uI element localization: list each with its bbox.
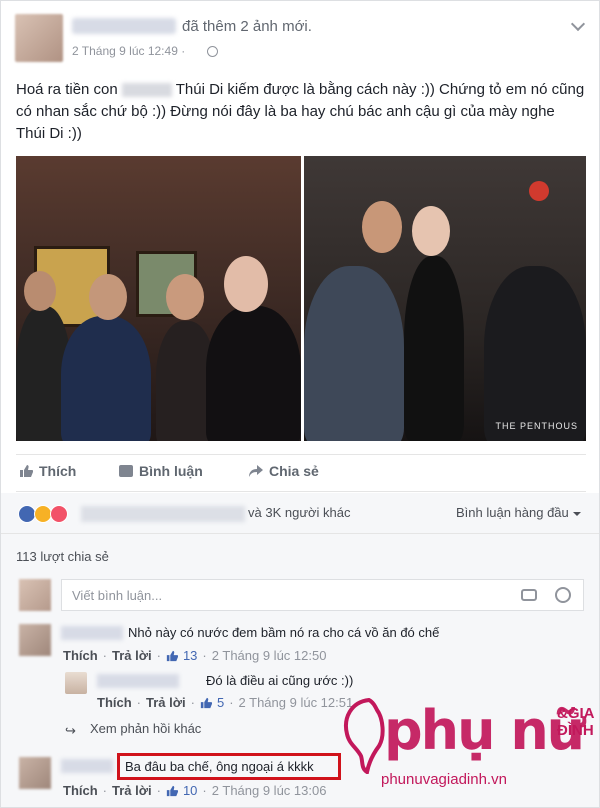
reply-meta: Thích · Trả lời · 5 · 2 Tháng 9 lúc 12:5… [97, 695, 354, 710]
site-watermark: phụ nữ &GIA ĐÌNH phunuvagiadinh.vn [339, 691, 599, 807]
post-text: Hoá ra tiền con Thúi Di kiếm được là bằng… [16, 79, 586, 145]
person-silhouette [304, 266, 404, 441]
person-head [89, 274, 127, 320]
commenter-name-blurred[interactable] [61, 626, 123, 640]
comment-input[interactable]: Viết bình luận... [61, 579, 584, 611]
comment-button[interactable]: Bình luận [119, 463, 203, 479]
commenter-avatar[interactable] [19, 624, 51, 656]
photo-1[interactable] [16, 156, 301, 441]
post-action-text: đã thêm 2 ảnh mới. [182, 18, 312, 35]
comment-like-link[interactable]: Thích [63, 783, 98, 798]
person-silhouette [61, 316, 151, 441]
stage-light [529, 181, 549, 201]
comment-time[interactable]: 2 Tháng 9 lúc 12:50 [212, 648, 327, 663]
more-replies-link[interactable]: Xem phản hồi khác [90, 721, 201, 736]
commenter-name-blurred[interactable] [61, 759, 113, 773]
thumbs-up-icon [20, 465, 33, 477]
person-silhouette [404, 256, 464, 441]
comment-like-count[interactable]: 13 [183, 648, 197, 663]
comment-sort-dropdown[interactable]: Bình luận hàng đầu [456, 505, 581, 520]
author-name-blurred[interactable] [72, 18, 176, 34]
share-icon [249, 465, 263, 477]
reply-time[interactable]: 2 Tháng 9 lúc 12:51 [239, 695, 354, 710]
share-label: Chia sẻ [269, 463, 319, 479]
blurred-word [121, 83, 172, 98]
post-timestamp[interactable]: 2 Tháng 9 lúc 12:49 · [72, 44, 185, 58]
reply-text: Đó là điều ai cũng ước :)) [206, 673, 354, 688]
watermark-url: phunuvagiadinh.vn [381, 771, 507, 788]
person-head [224, 256, 268, 312]
post-card: đã thêm 2 ảnh mới. 2 Tháng 9 lúc 12:49 ·… [0, 0, 600, 808]
post-text-start: Hoá ra tiền con [16, 81, 118, 98]
author-avatar[interactable] [15, 14, 63, 62]
love-reaction-icon[interactable] [50, 505, 68, 523]
photo-2[interactable]: THE PENTHOUS [304, 156, 586, 441]
comment-like-count[interactable]: 10 [183, 783, 197, 798]
like-label: Thích [39, 463, 77, 479]
reply-avatar[interactable] [65, 672, 87, 694]
person-head [412, 206, 450, 256]
comment-sort-label: Bình luận hàng đầu [456, 505, 569, 520]
person-head [24, 271, 56, 311]
reactor-names-blurred[interactable] [81, 506, 245, 522]
comment-icon [119, 465, 133, 477]
comment-meta: Thích · Trả lời · 13 · 2 Tháng 9 lúc 12:… [63, 648, 327, 663]
reply-like-count[interactable]: 5 [217, 695, 224, 710]
comment-text: Nhỏ này có nước đem bầm nó ra cho cá vồ … [128, 625, 440, 640]
share-count[interactable]: 113 lượt chia sẻ [16, 549, 109, 564]
emoji-icon[interactable] [555, 587, 571, 603]
post-actions-bar: Thích Bình luận Chia sẻ [16, 454, 586, 492]
thumbs-up-icon [200, 697, 212, 708]
comment-input-placeholder: Viết bình luận... [72, 588, 163, 603]
commenter-avatar[interactable] [19, 757, 51, 789]
comment-like-link[interactable]: Thích [63, 648, 98, 663]
like-button[interactable]: Thích [19, 463, 76, 479]
caret-down-icon [572, 511, 581, 516]
person-silhouette [206, 306, 301, 441]
comment-reply-link[interactable]: Trả lời [112, 648, 152, 663]
globe-icon [207, 46, 218, 57]
photo-watermark: THE PENTHOUS [495, 421, 578, 431]
person-head [362, 201, 402, 253]
comment-time[interactable]: 2 Tháng 9 lúc 13:06 [212, 783, 327, 798]
camera-icon[interactable] [521, 589, 537, 601]
watermark-brand-suffix: &GIA ĐÌNH [557, 705, 595, 739]
reply-reply-link[interactable]: Trả lời [146, 695, 186, 710]
comment-meta: Thích · Trả lời · 10 · 2 Tháng 9 lúc 13:… [63, 783, 327, 798]
reply-name-blurred[interactable] [97, 674, 179, 688]
reaction-count[interactable]: và 3K người khác [248, 505, 351, 520]
watermark-brand: phụ nữ [384, 699, 585, 762]
person-head [166, 274, 204, 320]
thumbs-up-icon [166, 650, 178, 661]
highlight-annotation-box [117, 753, 341, 780]
reply-like-link[interactable]: Thích [97, 695, 132, 710]
reactions-bar: và 3K người khác Bình luận hàng đầu [1, 493, 599, 534]
share-button[interactable]: Chia sẻ [249, 463, 319, 479]
chevron-down-icon[interactable] [570, 16, 586, 32]
watermark-suffix-2: ĐÌNH [557, 722, 594, 739]
crowd-silhouette [484, 266, 586, 441]
comment-label: Bình luận [139, 463, 203, 479]
watermark-suffix-1: &GIA [557, 705, 595, 722]
woman-profile-logo-icon [344, 697, 385, 774]
viewer-avatar [19, 579, 51, 611]
reply-arrow-icon: ↪ [65, 723, 76, 738]
comment-reply-link[interactable]: Trả lời [112, 783, 152, 798]
thumbs-up-icon [166, 785, 178, 796]
